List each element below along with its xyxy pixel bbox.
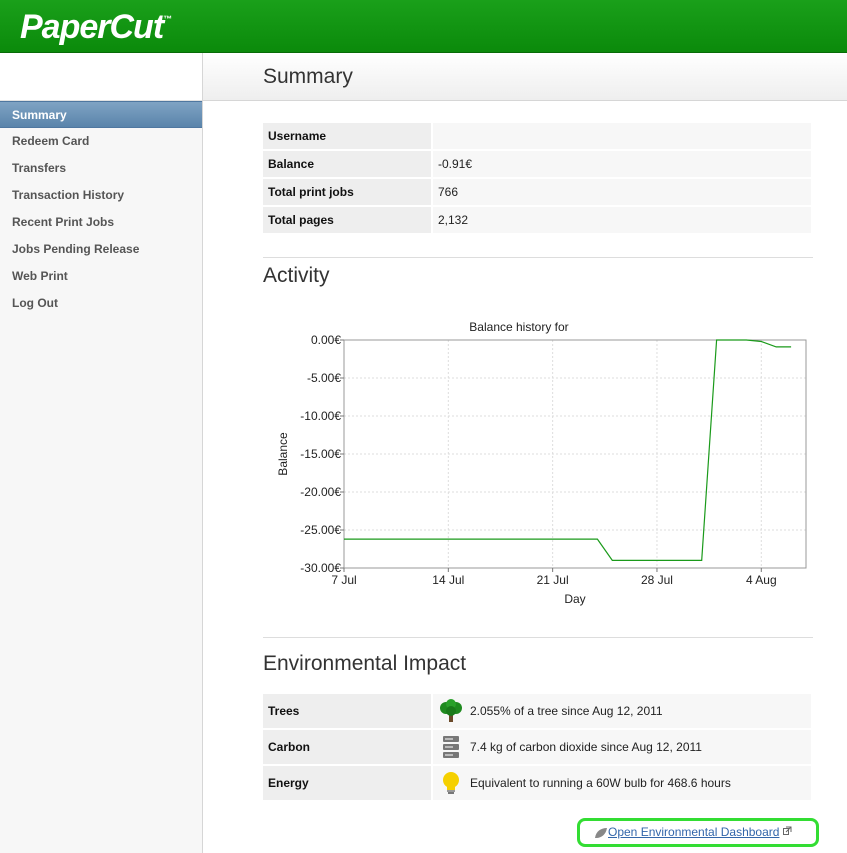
series-line — [344, 339, 792, 561]
x-tick-label: 21 Jul — [537, 573, 569, 587]
y-tick-label: -20.00€ — [300, 485, 341, 499]
external-link-icon — [782, 826, 792, 835]
carbon-label: Carbon — [263, 730, 431, 764]
leaf-icon — [595, 827, 607, 838]
energy-value: Equivalent to running a 60W bulb for 468… — [470, 776, 731, 790]
username-value — [433, 123, 811, 149]
trees-label: Trees — [263, 694, 431, 728]
sidebar-item-transfers[interactable]: Transfers — [0, 155, 202, 182]
table-row: Trees 2.055% of a tree since Aug 12, 201… — [263, 694, 811, 728]
balance-value: -0.91€ — [433, 151, 811, 177]
balance-label: Balance — [263, 151, 431, 177]
sidebar-item-web-print[interactable]: Web Print — [0, 263, 202, 290]
logo-text: PaperCut — [20, 8, 164, 46]
sidebar-item-transaction-history[interactable]: Transaction History — [0, 182, 202, 209]
logo-trademark: ™ — [163, 14, 173, 24]
y-axis-label: Balance — [276, 432, 290, 476]
table-row: Username — [263, 123, 811, 149]
activity-title: Activity — [263, 264, 330, 287]
sidebar: Summary Redeem Card Transfers Transactio… — [0, 53, 203, 853]
papercut-logo[interactable]: PaperCut™ — [20, 8, 172, 47]
total-pages-value: 2,132 — [433, 207, 811, 233]
balance-chart: Balance history for 0.00€ -5.00€ -10.00€ -1… — [272, 315, 812, 615]
chart-title: Balance history for — [469, 320, 568, 334]
x-axis-label: Day — [564, 592, 585, 606]
sidebar-item-summary[interactable]: Summary — [0, 101, 202, 128]
sidebar-spacer — [0, 53, 202, 101]
sidebar-item-redeem-card[interactable]: Redeem Card — [0, 128, 202, 155]
total-print-jobs-value: 766 — [433, 179, 811, 205]
table-row: Total print jobs 766 — [263, 179, 811, 205]
y-tick-label: -5.00€ — [307, 371, 341, 385]
carbon-cell: 7.4 kg of carbon dioxide since Aug 12, 2… — [433, 730, 811, 764]
sidebar-item-jobs-pending-release[interactable]: Jobs Pending Release — [0, 236, 202, 263]
table-row: Total pages 2,132 — [263, 207, 811, 233]
y-tick-label: 0.00€ — [311, 333, 341, 347]
environment-section: Environmental Impact Trees 2.055% of a t… — [263, 615, 813, 802]
y-tick-label: -25.00€ — [300, 523, 341, 537]
energy-cell: Equivalent to running a 60W bulb for 468… — [433, 766, 811, 800]
x-tick-label: 14 Jul — [432, 573, 464, 587]
sidebar-nav: Summary Redeem Card Transfers Transactio… — [0, 101, 202, 317]
tree-icon — [438, 699, 464, 723]
balance-chart-svg: Balance history for 0.00€ -5.00€ -10.00€ -1… — [276, 320, 807, 606]
app-header: PaperCut™ — [0, 0, 847, 53]
page-title: Summary — [263, 65, 353, 88]
table-row: Balance -0.91€ — [263, 151, 811, 177]
carbon-value: 7.4 kg of carbon dioxide since Aug 12, 2… — [470, 740, 702, 754]
x-tick-label: 28 Jul — [641, 573, 673, 587]
x-tick-label: 7 Jul — [331, 573, 356, 587]
dashboard-link-text: Open Environmental Dashboard — [608, 825, 780, 839]
username-label: Username — [263, 123, 431, 149]
server-stack-icon — [438, 735, 464, 759]
main-content: Username Balance -0.91€ Total print jobs… — [263, 101, 813, 288]
y-tick-label: -10.00€ — [300, 409, 341, 423]
y-tick-label: -15.00€ — [300, 447, 341, 461]
x-tick-label: 4 Aug — [746, 573, 777, 587]
environment-table: Trees 2.055% of a tree since Aug 12, 201… — [261, 692, 813, 802]
trees-value: 2.055% of a tree since Aug 12, 2011 — [470, 704, 663, 718]
total-pages-label: Total pages — [263, 207, 431, 233]
table-row: Energy Equivalent to running a 60W bulb … — [263, 766, 811, 800]
summary-table: Username Balance -0.91€ Total print jobs… — [261, 121, 813, 235]
sidebar-item-log-out[interactable]: Log Out — [0, 290, 202, 317]
total-print-jobs-label: Total print jobs — [263, 179, 431, 205]
environment-title: Environmental Impact — [263, 652, 467, 675]
environmental-dashboard-link[interactable]: Open Environmental Dashboard — [577, 818, 819, 847]
lightbulb-icon — [438, 771, 464, 795]
title-bar: Summary — [203, 53, 847, 101]
energy-label: Energy — [263, 766, 431, 800]
table-row: Carbon 7.4 kg of carbon dioxide since Au… — [263, 730, 811, 764]
sidebar-item-recent-print-jobs[interactable]: Recent Print Jobs — [0, 209, 202, 236]
trees-cell: 2.055% of a tree since Aug 12, 2011 — [433, 694, 811, 728]
